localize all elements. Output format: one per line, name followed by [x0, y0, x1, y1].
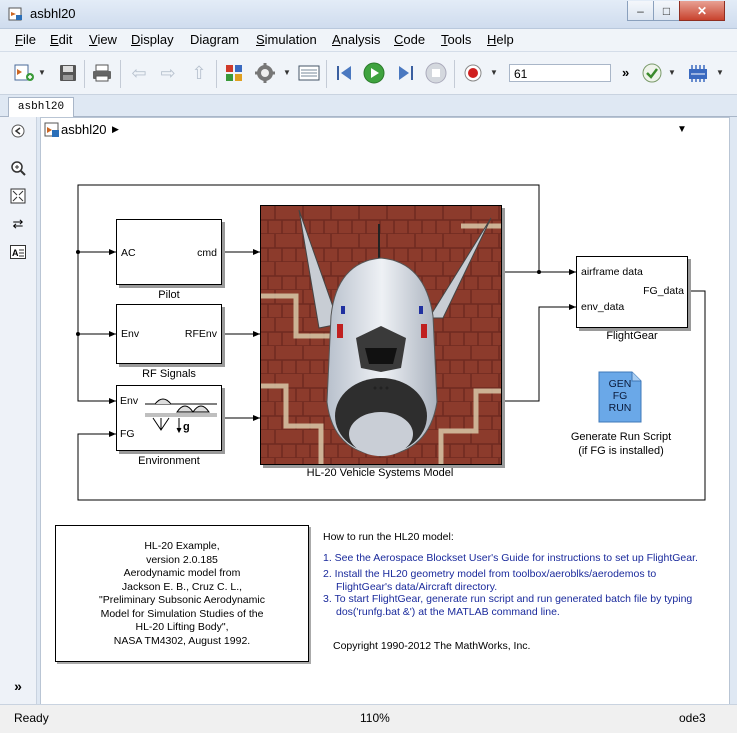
howto-title: How to run the HL20 model:	[323, 531, 454, 543]
info-line: NASA TM4302, August 1992.	[113, 634, 251, 647]
flightgear-label: FlightGear	[606, 330, 658, 342]
zoom-level: 110%	[360, 711, 390, 725]
hl20-vehicle-photo	[261, 206, 501, 464]
status-text: Ready	[14, 711, 49, 725]
info-line: Jackson E. B., Cruz C. L.,	[121, 580, 243, 593]
rf-in-port: Env	[121, 328, 140, 340]
hl20-vehicle-label: HL-20 Vehicle Systems Model	[306, 467, 454, 479]
script-icon-line3: RUN	[608, 402, 632, 414]
info-line: HL-20 Example,	[144, 540, 220, 552]
info-line: version 2.0.185	[146, 553, 218, 566]
env-in-port: Env	[120, 395, 139, 407]
rf-signals-label: RF Signals	[142, 368, 196, 380]
info-line: HL-20 Lifting Body",	[135, 621, 229, 633]
rf-out-port: RFEnv	[184, 328, 217, 340]
status-bar: Ready 110% ode3	[0, 704, 737, 733]
solver-name: ode3	[679, 711, 706, 725]
fg-airframe-port: airframe data	[581, 266, 643, 278]
pilot-label: Pilot	[158, 289, 180, 301]
fg-in-port: FG	[120, 428, 135, 440]
info-annotation: HL-20 Example, version 2.0.185 Aerodynam…	[55, 525, 309, 662]
info-line: Model for Simulation Studies of the	[100, 607, 264, 620]
howto-step2a: 2. Install the HL20 geometry model from …	[323, 568, 657, 580]
howto-step3a: 3. To start FlightGear, generate run scr…	[323, 593, 693, 605]
copyright: Copyright 1990-2012 The MathWorks, Inc.	[333, 640, 531, 652]
run-script-label: Generate Run Script (if FG is installed)	[570, 431, 672, 457]
howto-step1: 1. See the Aerospace Blockset User's Gui…	[323, 552, 698, 564]
howto-step3b: dos('runfg.bat &') at the MATLAB command…	[336, 606, 560, 618]
svg-text:g: g	[183, 421, 190, 433]
generate-run-script-button[interactable]: GEN FG RUN	[598, 371, 642, 423]
fg-env-data-port: env_data	[581, 301, 625, 313]
pilot-out-port: cmd	[197, 247, 217, 259]
script-icon-line1: GEN	[608, 378, 632, 390]
info-line: "Preliminary Subsonic Aerodynamic	[99, 594, 265, 606]
environment-label: Environment	[138, 455, 200, 467]
hl20-vehicle-block[interactable]	[260, 205, 502, 465]
environment-icon: g	[145, 398, 217, 434]
pilot-block[interactable]: AC cmd	[116, 219, 222, 285]
script-icon-line2: FG	[612, 390, 628, 402]
environment-block[interactable]: Env FG g	[116, 385, 222, 451]
rf-signals-block[interactable]: Env RFEnv	[116, 304, 222, 364]
pilot-in-port: AC	[121, 247, 136, 259]
fg-data-out-port: FG_data	[643, 285, 684, 297]
flightgear-block[interactable]: airframe data env_data FG_data	[576, 256, 688, 328]
info-line: Aerodynamic model from	[123, 567, 241, 579]
